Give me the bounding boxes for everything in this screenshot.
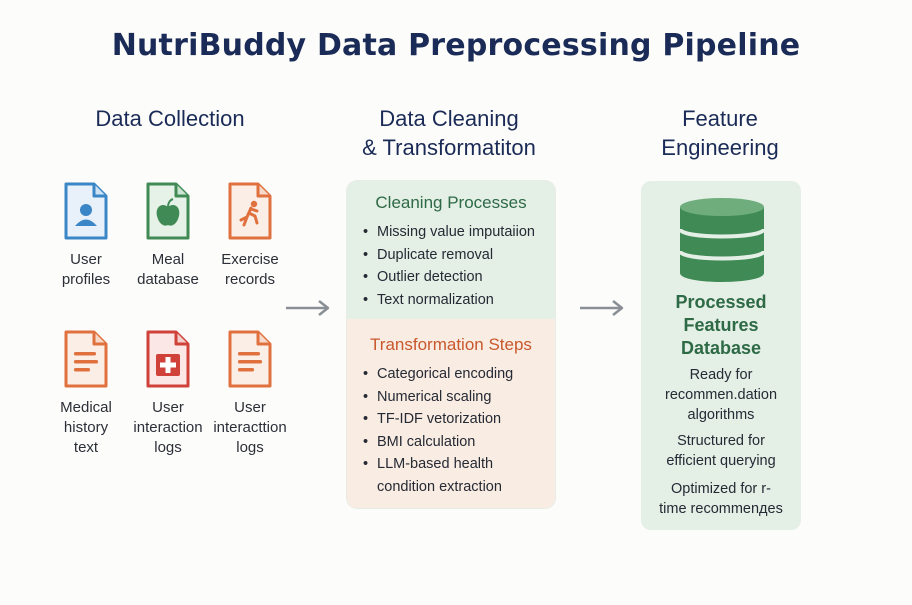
feature-note: Structured for efficient querying: [647, 431, 795, 471]
source-label-line: interaction: [133, 419, 203, 436]
medical-cross-document-icon: [146, 330, 190, 388]
column-heading-line: Feature: [682, 106, 758, 131]
note-line: time recommenдes: [659, 501, 783, 517]
column-heading-data-collection: Data Collection: [95, 106, 245, 131]
note-line: algorithms: [687, 407, 755, 423]
arrow-right-icon: [580, 300, 624, 316]
source-label-line: logs: [236, 439, 264, 456]
source-label-line: Medical: [60, 399, 112, 416]
feature-engineering-panel: Processed Features Database Ready for recom…: [641, 181, 801, 530]
transformation-section: Transformation Steps Categorical encodin…: [347, 319, 555, 508]
source-label-line: interacttion: [213, 419, 287, 436]
source-label: Exercise records: [200, 250, 300, 290]
source-user-interacttion-logs: User interacttion logs: [200, 328, 300, 458]
note-line: recommen.dation: [664, 387, 778, 403]
column-heading-feature-engineering: Feature Engineering: [620, 104, 820, 162]
processed-features-database-title: Processed Features Database: [641, 291, 801, 360]
source-label-line: records: [224, 271, 276, 288]
list-item-line: condition extraction: [377, 478, 502, 495]
column-heading-data-cleaning: Data Cleaning & Transformatiton: [318, 104, 580, 162]
db-title-line: Processed: [675, 292, 767, 312]
source-label-line: Exercise: [221, 251, 279, 268]
database-icon: [678, 198, 766, 282]
list-item: Numerical scaling: [363, 386, 513, 409]
page-title: NutriBuddy Data Preprocessing Pipeline: [111, 28, 801, 63]
column-heading-line: Engineering: [661, 135, 779, 160]
source-exercise-records: Exercise records: [200, 180, 300, 290]
source-label-line: text: [73, 439, 99, 456]
note-line: efficient querying: [666, 453, 776, 469]
list-item: Outlier detection: [363, 266, 535, 289]
cleaning-list: Missing value imputaiion Duplicate remov…: [363, 221, 535, 311]
meal-apple-icon: [146, 182, 190, 240]
user-profile-icon: [64, 182, 108, 240]
transformation-list: Categorical encoding Numerical scaling T…: [363, 363, 513, 498]
list-item: Missing value imputaiion: [363, 221, 535, 244]
list-item: Text normalization: [363, 289, 535, 312]
list-item: TF-IDF vetorization: [363, 408, 513, 431]
source-label-line: logs: [154, 439, 182, 456]
source-label-line: User: [152, 399, 184, 416]
db-title-line: Features: [683, 315, 759, 335]
source-label-line: Meal: [151, 251, 185, 268]
list-item: LLM-based health condition extraction: [363, 453, 513, 498]
column-heading-line: & Transformatiton: [362, 135, 536, 160]
db-title-line: Database: [680, 338, 762, 358]
source-label-line: history: [63, 419, 109, 436]
list-item: BMI calculation: [363, 431, 513, 454]
transformation-title: Transformation Steps: [370, 335, 532, 354]
source-label: User interacttion logs: [200, 398, 300, 458]
cleaning-section: Cleaning Processes Missing value imputai…: [347, 181, 555, 319]
source-label-line: profiles: [61, 271, 111, 288]
cleaning-transformation-panel: Cleaning Processes Missing value imputai…: [347, 181, 555, 508]
column-heading-line: Data Cleaning: [379, 106, 519, 131]
feature-note: Optimized for r-time recommenдes: [647, 479, 795, 519]
note-line: Ready for: [689, 367, 753, 383]
source-label-line: database: [137, 271, 199, 288]
exercise-runner-icon: [228, 182, 272, 240]
cleaning-title: Cleaning Processes: [375, 193, 527, 212]
list-item: Categorical encoding: [363, 363, 513, 386]
arrow-right-icon: [286, 300, 330, 316]
list-item: Duplicate removal: [363, 244, 535, 267]
medical-document-icon: [64, 330, 108, 388]
note-line: Optimized for r-: [671, 481, 771, 497]
note-line: Structured for: [677, 433, 765, 449]
source-label-line: User: [234, 399, 266, 416]
list-item-line: LLM-based health: [377, 456, 494, 472]
text-document-icon: [228, 330, 272, 388]
source-label-line: User: [70, 251, 102, 268]
feature-note: Ready for recommen.dation algorithms: [647, 365, 795, 425]
